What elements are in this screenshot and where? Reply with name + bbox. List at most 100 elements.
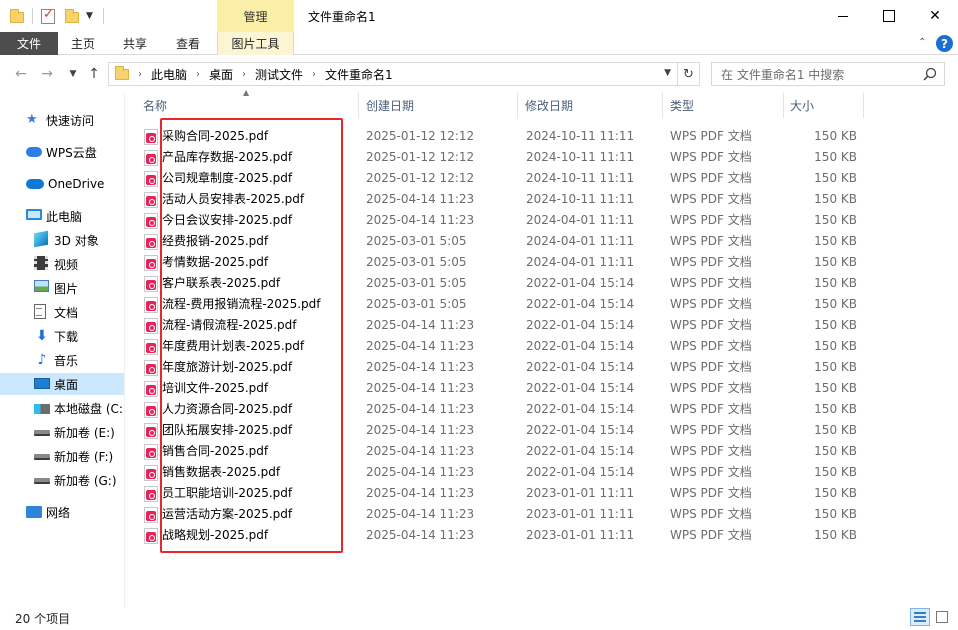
recent-locations-chevron-icon[interactable]: ▼ — [64, 65, 82, 83]
close-button[interactable]: ✕ — [912, 0, 958, 32]
column-header-created[interactable]: 创建日期 — [360, 92, 518, 118]
tab-picture-tools[interactable]: 图片工具 — [217, 32, 294, 55]
file-row[interactable]: 考情数据-2025.pdf 2025-03-01 5:05 2024-04-01 1… — [139, 252, 869, 273]
customize-quick-access-chevron-icon[interactable]: ▼ — [86, 6, 93, 26]
maximize-button[interactable] — [866, 0, 912, 32]
ribbon-tab-bar: 文件 主页 共享 查看 图片工具 ⌃ ? — [0, 32, 958, 55]
minimize-button[interactable] — [820, 0, 866, 32]
sidebar-item-label: 视频 — [54, 257, 79, 272]
file-row[interactable]: 销售合同-2025.pdf 2025-04-14 11:23 2022-01-04 … — [139, 441, 869, 462]
back-arrow-icon[interactable]: ← — [12, 65, 30, 83]
tab-file[interactable]: 文件 — [0, 32, 58, 55]
breadcrumb-this-pc[interactable]: 此电脑 — [151, 66, 187, 83]
file-row[interactable]: 流程-费用报销流程-2025.pdf 2025-03-01 5:05 2022-01… — [139, 294, 869, 315]
file-modified: 2024-04-01 11:11 — [526, 234, 635, 248]
sidebar-item-drive-f[interactable]: 新加卷 (F:) — [0, 445, 124, 467]
collapse-ribbon-chevron-icon[interactable]: ⌃ — [918, 37, 930, 49]
file-name[interactable]: 流程-费用报销流程-2025.pdf — [162, 294, 320, 315]
file-name[interactable]: 客户联系表-2025.pdf — [162, 273, 280, 294]
sidebar-item-video[interactable]: 视频 — [0, 253, 124, 275]
file-row[interactable]: 经费报销-2025.pdf 2025-03-01 5:05 2024-04-01 1… — [139, 231, 869, 252]
file-name[interactable]: 员工职能培训-2025.pdf — [162, 483, 292, 504]
file-row[interactable]: 团队拓展安排-2025.pdf 2025-04-14 11:23 2022-01-0… — [139, 420, 869, 441]
sidebar-item-quick-access[interactable]: ★ 快速访问 — [0, 109, 124, 131]
file-row[interactable]: 采购合同-2025.pdf 2025-01-12 12:12 2024-10-11 … — [139, 126, 869, 147]
file-name[interactable]: 活动人员安排表-2025.pdf — [162, 189, 304, 210]
tab-share[interactable]: 共享 — [110, 32, 160, 55]
breadcrumb-chevron-icon[interactable]: › — [138, 69, 142, 80]
file-name[interactable]: 采购合同-2025.pdf — [162, 126, 268, 147]
breadcrumb-test-files[interactable]: 测试文件 — [255, 66, 303, 83]
file-row[interactable]: 产品库存数据-2025.pdf 2025-01-12 12:12 2024-10-1… — [139, 147, 869, 168]
column-header-modified[interactable]: 修改日期 — [519, 92, 663, 118]
file-name[interactable]: 人力资源合同-2025.pdf — [162, 399, 292, 420]
file-name[interactable]: 产品库存数据-2025.pdf — [162, 147, 292, 168]
file-row[interactable]: 活动人员安排表-2025.pdf 2025-04-14 11:23 2024-10-… — [139, 189, 869, 210]
help-icon[interactable]: ? — [936, 35, 953, 52]
sidebar-item-wps-cloud[interactable]: WPS云盘 — [0, 141, 124, 163]
sidebar-item-drive-g[interactable]: 新加卷 (G:) — [0, 469, 124, 491]
sidebar-item-desktop[interactable]: 桌面 — [0, 373, 124, 395]
breadcrumb-current-folder[interactable]: 文件重命名1 — [325, 66, 393, 83]
file-row[interactable]: 培训文件-2025.pdf 2025-04-14 11:23 2022-01-04 … — [139, 378, 869, 399]
file-row[interactable]: 公司规章制度-2025.pdf 2025-01-12 12:12 2024-10-1… — [139, 168, 869, 189]
refresh-icon[interactable]: ↻ — [677, 63, 699, 85]
column-header-size[interactable]: 大小 — [784, 92, 864, 118]
column-header-name[interactable]: 名称 — [137, 92, 359, 118]
file-name[interactable]: 流程-请假流程-2025.pdf — [162, 315, 296, 336]
file-row[interactable]: 员工职能培训-2025.pdf 2025-04-14 11:23 2023-01-0… — [139, 483, 869, 504]
address-dropdown-chevron-icon[interactable]: ▼ — [664, 68, 671, 78]
details-view-icon[interactable] — [910, 608, 930, 626]
forward-arrow-icon[interactable]: → — [38, 65, 56, 83]
file-name[interactable]: 销售数据表-2025.pdf — [162, 462, 280, 483]
sidebar-item-local-disk-c[interactable]: 本地磁盘 (C: — [0, 397, 124, 419]
file-name[interactable]: 经费报销-2025.pdf — [162, 231, 268, 252]
sidebar-item-pictures[interactable]: 图片 — [0, 277, 124, 299]
file-name[interactable]: 培训文件-2025.pdf — [162, 378, 268, 399]
file-row[interactable]: 年度费用计划表-2025.pdf 2025-04-14 11:23 2022-01-… — [139, 336, 869, 357]
address-bar[interactable]: › 此电脑 › 桌面 › 测试文件 › 文件重命名1 ▼ ↻ — [108, 62, 700, 86]
file-name[interactable]: 年度旅游计划-2025.pdf — [162, 357, 292, 378]
column-header-type[interactable]: 类型 — [664, 92, 784, 118]
file-row[interactable]: 今日会议安排-2025.pdf 2025-04-14 11:23 2024-04-0… — [139, 210, 869, 231]
sidebar-item-downloads[interactable]: ⬇ 下载 — [0, 325, 124, 347]
tab-home[interactable]: 主页 — [58, 32, 108, 55]
sidebar-item-documents[interactable]: 文档 — [0, 301, 124, 323]
file-name[interactable]: 考情数据-2025.pdf — [162, 252, 268, 273]
sidebar-item-drive-e[interactable]: 新加卷 (E:) — [0, 421, 124, 443]
sidebar-item-3d-objects[interactable]: 3D 对象 — [0, 229, 124, 251]
file-row[interactable]: 年度旅游计划-2025.pdf 2025-04-14 11:23 2022-01-0… — [139, 357, 869, 378]
large-icons-view-icon[interactable] — [932, 608, 952, 626]
pdf-file-icon — [144, 506, 158, 523]
sidebar-item-network[interactable]: 网络 — [0, 501, 124, 523]
file-name[interactable]: 运营活动方案-2025.pdf — [162, 504, 292, 525]
file-name[interactable]: 公司规章制度-2025.pdf — [162, 168, 292, 189]
file-row[interactable]: 运营活动方案-2025.pdf 2025-04-14 11:23 2023-01-0… — [139, 504, 869, 525]
search-icon[interactable] — [923, 67, 937, 81]
file-row[interactable]: 客户联系表-2025.pdf 2025-03-01 5:05 2022-01-04 … — [139, 273, 869, 294]
sidebar-item-this-pc[interactable]: 此电脑 — [0, 205, 124, 227]
file-name[interactable]: 销售合同-2025.pdf — [162, 441, 268, 462]
breadcrumb-chevron-icon[interactable]: › — [242, 69, 246, 80]
file-name[interactable]: 战略规划-2025.pdf — [162, 525, 268, 546]
breadcrumb-chevron-icon[interactable]: › — [312, 69, 316, 80]
properties-check-icon[interactable] — [41, 6, 55, 26]
quick-access-folder-icon[interactable] — [10, 6, 24, 26]
search-input[interactable]: 在 文件重命名1 中搜索 — [711, 62, 945, 86]
file-row[interactable]: 销售数据表-2025.pdf 2025-04-14 11:23 2022-01-04… — [139, 462, 869, 483]
up-arrow-icon[interactable]: ↑ — [85, 65, 103, 83]
sidebar-item-label: 音乐 — [54, 353, 79, 368]
file-row[interactable]: 战略规划-2025.pdf 2025-04-14 11:23 2023-01-01 … — [139, 525, 869, 546]
sidebar-item-onedrive[interactable]: OneDrive — [0, 173, 124, 195]
file-row[interactable]: 人力资源合同-2025.pdf 2025-04-14 11:23 2022-01-0… — [139, 399, 869, 420]
sidebar-item-music[interactable]: ♪ 音乐 — [0, 349, 124, 371]
new-folder-icon[interactable] — [65, 6, 79, 26]
file-name[interactable]: 团队拓展安排-2025.pdf — [162, 420, 292, 441]
file-name[interactable]: 年度费用计划表-2025.pdf — [162, 336, 304, 357]
tab-view[interactable]: 查看 — [163, 32, 213, 55]
file-name[interactable]: 今日会议安排-2025.pdf — [162, 210, 292, 231]
breadcrumb-chevron-icon[interactable]: › — [196, 69, 200, 80]
file-row[interactable]: 流程-请假流程-2025.pdf 2025-04-14 11:23 2022-01-… — [139, 315, 869, 336]
local-disk-icon — [34, 400, 50, 416]
breadcrumb-desktop[interactable]: 桌面 — [209, 66, 233, 83]
